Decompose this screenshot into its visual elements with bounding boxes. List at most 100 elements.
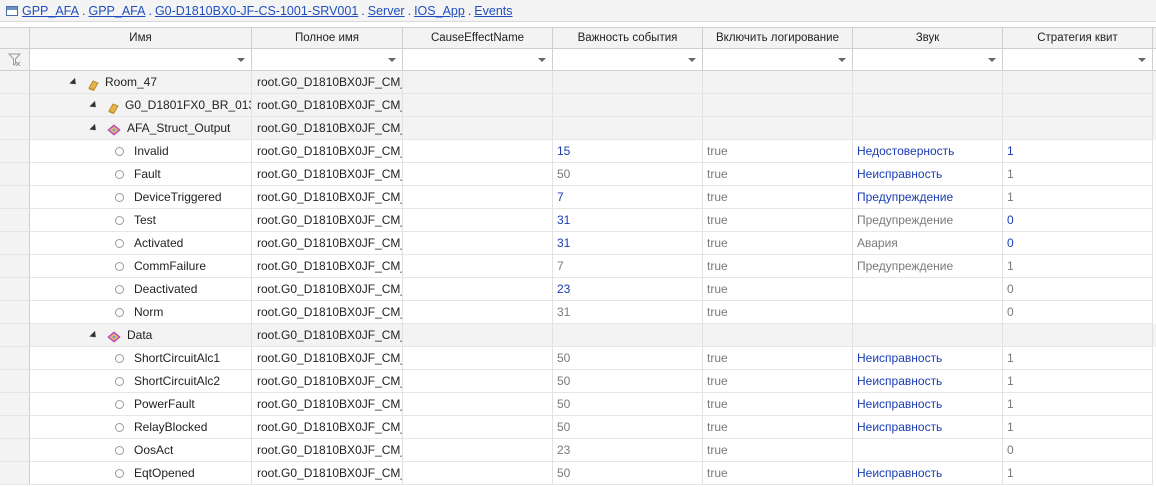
chevron-down-icon[interactable] xyxy=(538,58,546,62)
tree-node-name[interactable]: Test xyxy=(30,209,252,232)
row-selector[interactable] xyxy=(0,209,30,232)
full-name-cell[interactable]: root.G0_D1810BX0JF_CM_1 xyxy=(252,393,403,416)
ack-strategy-cell[interactable] xyxy=(1003,117,1153,140)
table-row[interactable]: OosAct root.G0_D1810BX0JF_CM_1 23 true 0 xyxy=(0,439,1156,462)
row-selector[interactable] xyxy=(0,186,30,209)
importance-cell[interactable]: 23 xyxy=(553,278,703,301)
row-selector[interactable] xyxy=(0,117,30,140)
sound-cell[interactable]: Неисправность xyxy=(853,462,1003,485)
tree-group-row[interactable]: Data root.G0_D1810BX0JF_CM_1 xyxy=(0,324,1156,347)
ack-strategy-cell[interactable]: 1 xyxy=(1003,255,1153,278)
tree-node-name[interactable]: Data xyxy=(30,324,252,347)
cause-effect-cell[interactable] xyxy=(403,255,553,278)
clear-filter-icon[interactable] xyxy=(7,53,22,67)
column-cause-effect-filter[interactable] xyxy=(403,49,553,70)
full-name-cell[interactable]: root.G0_D1810BX0JF_CM_1 xyxy=(252,186,403,209)
table-row[interactable]: DeviceTriggered root.G0_D1810BX0JF_CM_1 7 t… xyxy=(0,186,1156,209)
cause-effect-cell[interactable] xyxy=(403,209,553,232)
ack-strategy-cell[interactable] xyxy=(1003,94,1153,117)
tree-node-name[interactable]: OosAct xyxy=(30,439,252,462)
logging-cell[interactable] xyxy=(703,71,853,94)
logging-cell[interactable]: true xyxy=(703,186,853,209)
importance-cell[interactable]: 31 xyxy=(553,301,703,324)
ack-strategy-cell[interactable]: 0 xyxy=(1003,278,1153,301)
full-name-cell[interactable]: root.G0_D1810BX0JF_CM_1 xyxy=(252,347,403,370)
cause-effect-cell[interactable] xyxy=(403,301,553,324)
sound-cell[interactable]: Неисправность xyxy=(853,393,1003,416)
sound-cell[interactable] xyxy=(853,324,1003,347)
full-name-cell[interactable]: root.G0_D1810BX0JF_CM_1 xyxy=(252,439,403,462)
importance-cell[interactable]: 50 xyxy=(553,347,703,370)
column-ack-strategy-header[interactable]: Стратегия квит xyxy=(1003,28,1153,48)
importance-cell[interactable]: 7 xyxy=(553,255,703,278)
row-selector[interactable] xyxy=(0,439,30,462)
cause-effect-cell[interactable] xyxy=(403,163,553,186)
column-full-name-header[interactable]: Полное имя xyxy=(252,28,403,48)
sound-cell[interactable]: Неисправность xyxy=(853,163,1003,186)
row-selector[interactable] xyxy=(0,370,30,393)
tree-node-name[interactable]: Activated xyxy=(30,232,252,255)
cause-effect-cell[interactable] xyxy=(403,462,553,485)
ack-strategy-cell[interactable]: 0 xyxy=(1003,301,1153,324)
row-selector[interactable] xyxy=(0,232,30,255)
tree-node-name[interactable]: Deactivated xyxy=(30,278,252,301)
chevron-down-icon[interactable] xyxy=(838,58,846,62)
logging-cell[interactable]: true xyxy=(703,140,853,163)
cause-effect-cell[interactable] xyxy=(403,324,553,347)
importance-cell[interactable]: 50 xyxy=(553,462,703,485)
row-selector[interactable] xyxy=(0,347,30,370)
sound-cell[interactable]: Неисправность xyxy=(853,416,1003,439)
ack-strategy-cell[interactable]: 1 xyxy=(1003,347,1153,370)
cause-effect-cell[interactable] xyxy=(403,439,553,462)
expand-triangle-icon[interactable] xyxy=(89,330,99,340)
logging-cell[interactable] xyxy=(703,94,853,117)
cause-effect-cell[interactable] xyxy=(403,278,553,301)
cause-effect-cell[interactable] xyxy=(403,416,553,439)
ack-strategy-cell[interactable]: 1 xyxy=(1003,370,1153,393)
table-row[interactable]: CommFailure root.G0_D1810BX0JF_CM_1 7 true П… xyxy=(0,255,1156,278)
logging-cell[interactable]: true xyxy=(703,301,853,324)
importance-cell[interactable]: 15 xyxy=(553,140,703,163)
tree-group-row[interactable]: AFA_Struct_Output root.G0_D1810BX0JF_CM_1 xyxy=(0,117,1156,140)
tree-node-name[interactable]: DeviceTriggered xyxy=(30,186,252,209)
logging-cell[interactable]: true xyxy=(703,370,853,393)
tree-node-name[interactable]: AFA_Struct_Output xyxy=(30,117,252,140)
tree-node-name[interactable]: EqtOpened xyxy=(30,462,252,485)
row-selector[interactable] xyxy=(0,140,30,163)
chevron-down-icon[interactable] xyxy=(1138,58,1146,62)
ack-strategy-cell[interactable]: 1 xyxy=(1003,462,1153,485)
breadcrumb-link[interactable]: Server xyxy=(368,4,405,18)
ack-strategy-cell[interactable] xyxy=(1003,324,1153,347)
column-name-header[interactable]: Имя xyxy=(30,28,252,48)
sound-cell[interactable] xyxy=(853,94,1003,117)
logging-cell[interactable]: true xyxy=(703,393,853,416)
column-logging-header[interactable]: Включить логирование xyxy=(703,28,853,48)
column-logging-filter[interactable] xyxy=(703,49,853,70)
full-name-cell[interactable]: root.G0_D1810BX0JF_CM_1 xyxy=(252,462,403,485)
importance-cell[interactable]: 7 xyxy=(553,186,703,209)
column-name-filter[interactable] xyxy=(30,49,252,70)
tree-node-name[interactable]: Room_47 xyxy=(30,71,252,94)
cause-effect-cell[interactable] xyxy=(403,232,553,255)
sound-cell[interactable]: Авария xyxy=(853,232,1003,255)
ack-strategy-cell[interactable]: 1 xyxy=(1003,416,1153,439)
row-selector[interactable] xyxy=(0,255,30,278)
importance-cell[interactable]: 31 xyxy=(553,232,703,255)
row-selector[interactable] xyxy=(0,71,30,94)
importance-cell[interactable] xyxy=(553,94,703,117)
column-sound-header[interactable]: Звук xyxy=(853,28,1003,48)
sound-cell[interactable]: Недостоверность xyxy=(853,140,1003,163)
full-name-cell[interactable]: root.G0_D1810BX0JF_CM_1 xyxy=(252,117,403,140)
chevron-down-icon[interactable] xyxy=(988,58,996,62)
cause-effect-cell[interactable] xyxy=(403,94,553,117)
chevron-down-icon[interactable] xyxy=(237,58,245,62)
sound-cell[interactable] xyxy=(853,71,1003,94)
row-selector[interactable] xyxy=(0,416,30,439)
row-selector[interactable] xyxy=(0,324,30,347)
sound-cell[interactable]: Предупреждение xyxy=(853,186,1003,209)
logging-cell[interactable] xyxy=(703,117,853,140)
importance-cell[interactable] xyxy=(553,117,703,140)
cause-effect-cell[interactable] xyxy=(403,347,553,370)
table-row[interactable]: Fault root.G0_D1810BX0JF_CM_1 50 true Неиспр… xyxy=(0,163,1156,186)
full-name-cell[interactable]: root.G0_D1810BX0JF_CM_1 xyxy=(252,416,403,439)
